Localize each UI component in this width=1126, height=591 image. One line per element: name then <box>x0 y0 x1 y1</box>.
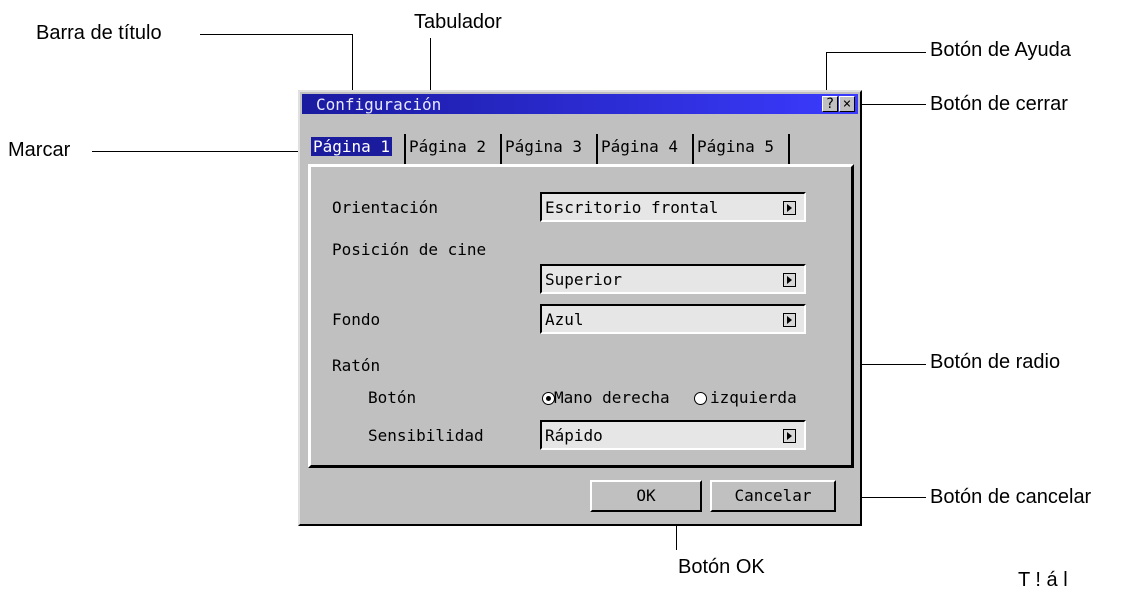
cinema-position-value: Superior <box>545 270 623 289</box>
callout-close-button: Botón de cerrar <box>930 93 1068 115</box>
title-bar[interactable]: Configuración ? × <box>302 94 858 114</box>
callout-mark: Marcar <box>8 139 71 161</box>
callout-tab: Tabulador <box>414 11 502 33</box>
tab-page-1[interactable]: Página 1 <box>310 134 406 164</box>
callout-ok-button: Botón OK <box>678 556 765 578</box>
sensitivity-value: Rápido <box>545 426 603 445</box>
tab-page-5[interactable]: Página 5 <box>696 134 790 164</box>
cancel-button[interactable]: Cancelar <box>710 480 836 512</box>
background-value: Azul <box>545 310 584 329</box>
cinema-position-label: Posición de cine <box>332 240 487 259</box>
orientation-value: Escritorio frontal <box>545 198 719 217</box>
dropdown-arrow-icon <box>783 201 796 215</box>
dropdown-arrow-icon <box>783 429 796 443</box>
orientation-label: Orientación <box>332 198 438 217</box>
help-icon: ? <box>825 96 835 112</box>
dialog-title: Configuración <box>316 95 442 114</box>
mouse-label: Ratón <box>332 356 381 375</box>
radio-right-hand-label: Mano derecha <box>554 388 670 407</box>
ok-button[interactable]: OK <box>590 480 702 512</box>
callout-help-button: Botón de Ayuda <box>930 39 1071 61</box>
tab-page-4[interactable]: Página 4 <box>600 134 694 164</box>
close-icon: × <box>842 96 852 112</box>
close-button[interactable]: × <box>839 96 855 112</box>
tab-page-2[interactable]: Página 2 <box>408 134 502 164</box>
callout-cut-text: T ! á l <box>1018 569 1068 591</box>
radio-left-hand[interactable] <box>694 392 707 405</box>
dropdown-arrow-icon <box>783 313 796 327</box>
help-button[interactable]: ? <box>822 96 838 112</box>
leader-line-mark <box>92 151 310 152</box>
background-dropdown[interactable]: Azul <box>540 304 806 334</box>
background-label: Fondo <box>332 310 381 329</box>
leader-line-close <box>852 104 926 105</box>
leader-line-title-v <box>352 34 353 96</box>
configuration-dialog: Configuración ? × Página 1 Página 2 Pági… <box>298 90 862 526</box>
callout-radio-button: Botón de radio <box>930 351 1061 373</box>
radio-left-hand-label: izquierda <box>710 388 797 407</box>
callout-cancel-button: Botón de cancelar <box>930 486 1092 508</box>
leader-line-title-h <box>200 34 352 35</box>
sensitivity-label: Sensibilidad <box>368 426 484 445</box>
dropdown-arrow-icon <box>783 273 796 287</box>
cinema-position-dropdown[interactable]: Superior <box>540 264 806 294</box>
leader-line-help-h <box>826 52 926 53</box>
tab-page-3[interactable]: Página 3 <box>504 134 598 164</box>
sensitivity-dropdown[interactable]: Rápido <box>540 420 806 450</box>
orientation-dropdown[interactable]: Escritorio frontal <box>540 192 806 222</box>
mouse-button-label: Botón <box>368 388 417 407</box>
callout-title-bar: Barra de título <box>36 22 162 44</box>
